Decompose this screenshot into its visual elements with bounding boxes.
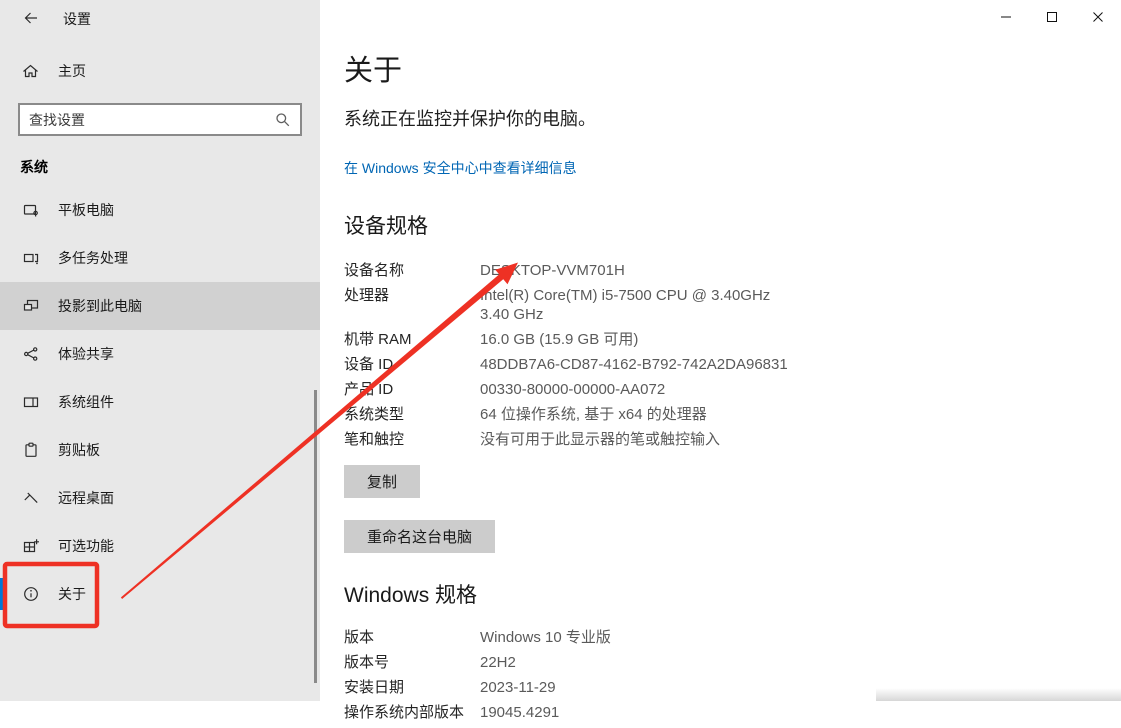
remote-desktop-icon [22, 490, 39, 506]
back-arrow-icon [23, 10, 40, 26]
home-icon [22, 63, 39, 79]
device-spec-table: 设备名称 DESKTOP-VVM701H 处理器 Intel(R) Core(T… [344, 261, 1104, 449]
info-icon [22, 586, 39, 602]
home-label: 主页 [58, 63, 86, 79]
search-icon [274, 112, 291, 127]
search-box[interactable] [18, 103, 302, 136]
sidebar-item-multitasking[interactable]: 多任务处理 [0, 234, 320, 282]
back-button[interactable] [16, 5, 46, 31]
windows-spec-table: 版本 Windows 10 专业版 版本号 22H2 安装日期 2023-11-… [344, 628, 1104, 722]
sidebar-nav: 平板电脑 多任务处理 投影到此电脑 体验共享 系统组件 剪贴板 远程桌面 可选功… [0, 186, 320, 618]
spec-row: 处理器 Intel(R) Core(TM) i5-7500 CPU @ 3.40… [344, 287, 783, 323]
tablet-icon [22, 202, 39, 218]
optional-features-icon [22, 538, 39, 554]
app-title: 设置 [63, 11, 91, 27]
page-subtitle: 系统正在监控并保护你的电脑。 [344, 109, 596, 129]
spec-row: 设备 ID 48DDB7A6-CD87-4162-B792-742A2DA968… [344, 356, 788, 373]
device-name-value: DESKTOP-VVM701H [480, 262, 625, 279]
shared-experiences-icon [22, 346, 39, 362]
page-title: 关于 [344, 55, 403, 87]
spec-row: 产品 ID 00330-80000-00000-AA072 [344, 381, 666, 398]
spec-row: 版本 Windows 10 专业版 [344, 629, 611, 646]
settings-sidebar: 设置 主页 系统 平板电脑 多任务处理 投影到此电脑 [0, 0, 320, 701]
spec-row: 版本号 22H2 [344, 654, 516, 671]
spec-row: 安装日期 2023-11-29 [344, 679, 556, 696]
spec-row: 系统类型 64 位操作系统, 基于 x64 的处理器 [344, 406, 707, 423]
copy-button[interactable]: 复制 [344, 465, 421, 498]
sidebar-section-label: 系统 [20, 159, 48, 175]
sidebar-item-tablet[interactable]: 平板电脑 [0, 186, 320, 234]
clipboard-icon [22, 442, 39, 458]
multitasking-icon [22, 250, 39, 266]
about-page: 关于 系统正在监控并保护你的电脑。 在 Windows 安全中心中查看详细信息 … [344, 0, 1104, 728]
windows-spec-heading: Windows 规格 [344, 584, 478, 607]
sidebar-item-optional-features[interactable]: 可选功能 [0, 522, 320, 570]
device-spec-heading: 设备规格 [344, 215, 428, 238]
sidebar-item-projecting[interactable]: 投影到此电脑 [0, 282, 320, 330]
spec-row: 机带 RAM 16.0 GB (15.9 GB 可用) [344, 331, 639, 348]
spec-row: 操作系统内部版本 19045.4291 [344, 704, 560, 721]
search-input[interactable] [20, 111, 274, 128]
sidebar-item-shared-experiences[interactable]: 体验共享 [0, 330, 320, 378]
rename-pc-button[interactable]: 重命名这台电脑 [344, 520, 496, 553]
sidebar-item-home[interactable]: 主页 [22, 61, 86, 81]
sidebar-scrollbar-thumb[interactable] [314, 390, 317, 683]
spec-row: 笔和触控 没有可用于此显示器的笔或触控输入 [344, 431, 721, 448]
system-components-icon [22, 394, 39, 410]
sidebar-item-remote-desktop[interactable]: 远程桌面 [0, 474, 320, 522]
sidebar-item-system-components[interactable]: 系统组件 [0, 378, 320, 426]
sidebar-item-about[interactable]: 关于 [0, 570, 320, 618]
spec-row: 设备名称 DESKTOP-VVM701H [344, 261, 1104, 280]
project-to-pc-icon [22, 298, 39, 314]
sidebar-item-clipboard[interactable]: 剪贴板 [0, 426, 320, 474]
windows-security-link[interactable]: 在 Windows 安全中心中查看详细信息 [344, 158, 577, 178]
